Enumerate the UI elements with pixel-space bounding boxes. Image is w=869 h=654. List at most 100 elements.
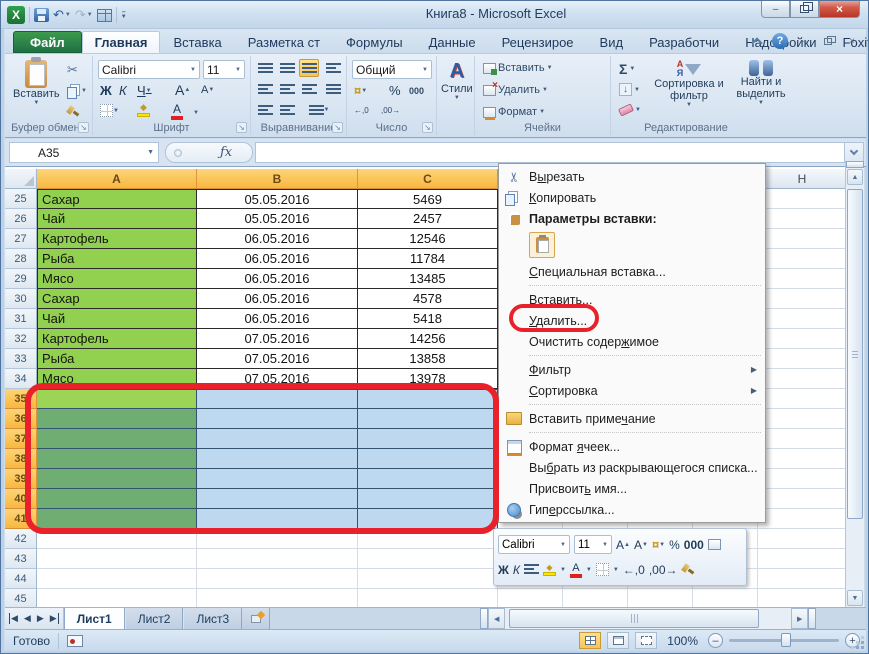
tab-Вставка[interactable]: Вставка [160, 31, 234, 53]
macro-record-icon[interactable] [67, 635, 83, 647]
chevron-down-icon[interactable]: ▼ [560, 567, 566, 573]
cell-C32[interactable]: 14256 [358, 329, 498, 349]
cell-3-45[interactable] [498, 589, 563, 607]
mini-align-center-button[interactable] [524, 564, 539, 575]
cell-7-45[interactable] [758, 589, 847, 607]
cell-A41[interactable] [37, 509, 197, 529]
cell-C43[interactable] [358, 549, 498, 569]
zoom-slider-thumb[interactable] [781, 633, 791, 647]
cell-B31[interactable]: 06.05.2016 [197, 309, 358, 329]
cell-A34[interactable]: Мясо [37, 369, 197, 389]
cell-B34[interactable]: 07.05.2016 [197, 369, 358, 389]
decrease-decimal-button[interactable]: ,00→ [381, 106, 400, 115]
cell-A26[interactable]: Чай [37, 209, 197, 229]
align-left-button[interactable] [255, 80, 275, 98]
cell-7-43[interactable] [758, 549, 847, 569]
row-header-31[interactable]: 31 [5, 309, 37, 329]
row-header-45[interactable]: 45 [5, 589, 37, 607]
cell-7-37[interactable] [758, 429, 847, 449]
cell-C34[interactable]: 13978 [358, 369, 498, 389]
cell-A39[interactable] [37, 469, 197, 489]
vertical-scrollbar[interactable]: ▲ ▼ [845, 161, 864, 607]
font-color-button[interactable]: А [171, 102, 183, 120]
autosum-button[interactable]: Σ▼ [619, 61, 635, 77]
cell-A40[interactable] [37, 489, 197, 509]
cell-C26[interactable]: 2457 [358, 209, 498, 229]
cell-A28[interactable]: Рыба [37, 249, 197, 269]
cell-B32[interactable]: 07.05.2016 [197, 329, 358, 349]
cell-A31[interactable]: Чай [37, 309, 197, 329]
cell-B43[interactable] [197, 549, 358, 569]
italic-button[interactable]: К [119, 83, 127, 98]
cell-B30[interactable]: 06.05.2016 [197, 289, 358, 309]
mini-decrease-decimal-button[interactable]: ,00→ [649, 563, 678, 577]
cell-C25[interactable]: 5469 [358, 189, 498, 209]
mini-italic-button[interactable]: К [513, 563, 520, 577]
row-header-27[interactable]: 27 [5, 229, 37, 249]
cell-7-26[interactable] [758, 209, 847, 229]
cell-A33[interactable]: Рыба [37, 349, 197, 369]
row-header-38[interactable]: 38 [5, 449, 37, 469]
comma-style-button[interactable]: 000 [409, 86, 424, 96]
font-size-combo[interactable]: 11▼ [203, 60, 245, 79]
cell-A44[interactable] [37, 569, 197, 589]
cell-7-25[interactable] [758, 189, 847, 209]
chevron-down-icon[interactable]: ▼ [193, 110, 199, 116]
paste-option-button[interactable] [529, 232, 555, 258]
row-header-29[interactable]: 29 [5, 269, 37, 289]
tab-Данные[interactable]: Данные [416, 31, 489, 53]
underline-button[interactable]: Ч▼ [137, 83, 152, 98]
row-header-30[interactable]: 30 [5, 289, 37, 309]
copy-button[interactable]: ▼ [67, 84, 87, 97]
cell-B38[interactable] [197, 449, 358, 469]
cell-C45[interactable] [358, 589, 498, 607]
cell-A35[interactable] [37, 389, 197, 409]
cell-C41[interactable] [358, 509, 498, 529]
format-cells-button[interactable]: Формат▼ [483, 106, 545, 118]
horizontal-split-handle[interactable] [808, 608, 816, 629]
cell-5-45[interactable] [628, 589, 693, 607]
cell-B27[interactable]: 06.05.2016 [197, 229, 358, 249]
cell-A30[interactable]: Сахар [37, 289, 197, 309]
cell-A45[interactable] [37, 589, 197, 607]
cut-button[interactable]: ✂ [67, 62, 78, 78]
fill-color-button[interactable]: ◆ [137, 102, 150, 117]
mini-grow-font-button[interactable]: А▲ [616, 538, 630, 552]
cell-C38[interactable] [358, 449, 498, 469]
cell-7-27[interactable] [758, 229, 847, 249]
number-dialog-launcher[interactable]: ↘ [422, 122, 433, 133]
row-header-43[interactable]: 43 [5, 549, 37, 569]
wrap-text-button[interactable]: ▼ [305, 101, 333, 119]
cell-A36[interactable] [37, 409, 197, 429]
menu-item-define-name[interactable]: Присвоить имя... [499, 478, 765, 499]
mini-increase-decimal-button[interactable]: ←,0 [623, 563, 645, 577]
cell-7-31[interactable] [758, 309, 847, 329]
borders-button[interactable]: ▼ [100, 104, 119, 117]
first-sheet-button[interactable]: ◀ [9, 613, 18, 624]
cell-C29[interactable]: 13485 [358, 269, 498, 289]
cell-B35[interactable] [197, 389, 358, 409]
menu-item-hyperlink[interactable]: Гиперссылка... [499, 499, 765, 520]
column-header-C[interactable]: C [358, 169, 498, 189]
format-painter-button[interactable] [67, 106, 79, 118]
row-header-39[interactable]: 39 [5, 469, 37, 489]
decrease-indent-button[interactable] [255, 101, 275, 119]
tab-Рецензирое[interactable]: Рецензирое [489, 31, 587, 53]
sheet-tab-Лист1[interactable]: Лист1 [64, 608, 125, 629]
cell-B28[interactable]: 06.05.2016 [197, 249, 358, 269]
cell-C40[interactable] [358, 489, 498, 509]
cell-7-35[interactable] [758, 389, 847, 409]
cell-B41[interactable] [197, 509, 358, 529]
redo-button[interactable]: ↷▼ [75, 7, 93, 23]
cell-C35[interactable] [358, 389, 498, 409]
zoom-level[interactable]: 100% [667, 634, 698, 648]
clipboard-dialog-launcher[interactable]: ↘ [78, 122, 89, 133]
menu-item-insert-cells[interactable]: Вставить... [499, 289, 765, 310]
merge-center-button[interactable] [323, 80, 343, 98]
insert-worksheet-button[interactable] [242, 608, 270, 629]
cell-7-40[interactable] [758, 489, 847, 509]
tab-Главная[interactable]: Главная [82, 31, 161, 53]
restore-button[interactable] [790, 1, 819, 18]
cell-B40[interactable] [197, 489, 358, 509]
mini-shrink-font-button[interactable]: А▼ [634, 538, 648, 552]
